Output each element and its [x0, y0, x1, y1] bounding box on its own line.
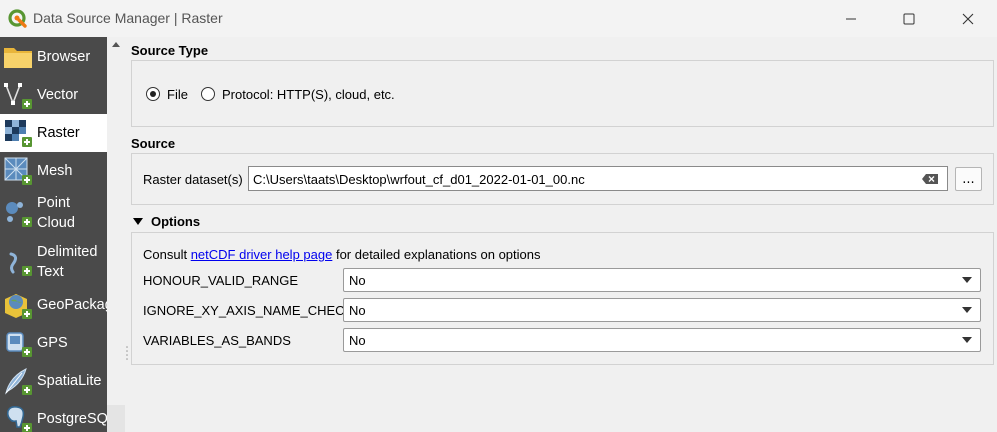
raster-dataset-value: C:\Users\taats\Desktop\wrfout_cf_d01_202… — [253, 172, 585, 187]
source-type-group: File Protocol: HTTP(S), cloud, etc. — [131, 60, 994, 127]
minimize-button[interactable] — [822, 0, 880, 37]
file-radio-label[interactable]: File — [167, 87, 188, 102]
dropdown-arrow-icon — [962, 277, 972, 283]
source-group: Raster dataset(s) C:\Users\taats\Desktop… — [131, 153, 994, 205]
point-cloud-icon — [6, 202, 32, 227]
minimize-icon — [846, 18, 856, 19]
mesh-icon — [4, 157, 32, 185]
protocol-radio[interactable] — [201, 87, 215, 101]
source-type-title: Source Type — [131, 43, 209, 58]
honour-valid-range-select[interactable]: No — [343, 268, 981, 292]
maximize-icon — [903, 13, 915, 24]
gps-icon — [6, 332, 32, 357]
dropdown-arrow-icon — [962, 307, 972, 313]
options-title[interactable]: Options — [151, 214, 200, 229]
sidebar-item-spatialite[interactable]: SpatiaLite — [0, 362, 107, 400]
sidebar-item-vector[interactable]: Vector — [0, 76, 107, 114]
sidebar-item-raster[interactable]: Raster — [0, 114, 107, 152]
splitter[interactable] — [107, 37, 125, 432]
netcdf-help-link[interactable]: netCDF driver help page — [191, 247, 333, 262]
sidebar-item-delimited-text[interactable]: Delimited Text — [0, 238, 107, 286]
window-title: Data Source Manager | Raster — [33, 10, 223, 26]
options-collapse-icon[interactable] — [133, 218, 143, 225]
sidebar-scrollbar[interactable] — [107, 405, 125, 432]
dropdown-arrow-icon — [962, 337, 972, 343]
qgis-logo-icon — [8, 9, 27, 28]
sidebar-item-browser[interactable]: Browser — [0, 38, 107, 76]
options-consult-text: Consult netCDF driver help page for deta… — [143, 247, 541, 262]
sidebar-item-geopackage[interactable]: GeoPackage — [0, 286, 107, 324]
clear-input-icon[interactable] — [921, 173, 939, 185]
spatialite-icon — [5, 368, 32, 395]
ignore-xy-axis-name-checks-select[interactable]: No — [343, 298, 981, 322]
sidebar: Browser Vector Raster Mesh Point Cloud D… — [0, 37, 107, 432]
file-radio[interactable] — [146, 87, 160, 101]
option-label: IGNORE_XY_AXIS_NAME_CHECKS — [143, 303, 362, 318]
protocol-radio-label[interactable]: Protocol: HTTP(S), cloud, etc. — [222, 87, 395, 102]
close-button[interactable] — [939, 0, 997, 37]
folder-icon — [4, 48, 32, 68]
variables-as-bands-select[interactable]: No — [343, 328, 981, 352]
sidebar-item-gps[interactable]: GPS — [0, 324, 107, 362]
sidebar-item-postgresql[interactable]: PostgreSQL — [0, 400, 107, 432]
title-bar: Data Source Manager | Raster — [0, 0, 997, 37]
delimited-text-icon — [9, 252, 32, 276]
option-label: HONOUR_VALID_RANGE — [143, 273, 299, 288]
geopackage-icon — [5, 294, 32, 319]
raster-dataset-input[interactable]: C:\Users\taats\Desktop\wrfout_cf_d01_202… — [248, 166, 948, 191]
sidebar-item-mesh[interactable]: Mesh — [0, 152, 107, 190]
sidebar-item-point-cloud[interactable]: Point Cloud — [0, 190, 107, 236]
vector-icon — [4, 83, 32, 109]
close-icon — [962, 13, 974, 24]
option-label: VARIABLES_AS_BANDS — [143, 333, 291, 348]
browse-button[interactable]: ... — [955, 167, 982, 191]
postgresql-elephant-icon — [6, 406, 32, 432]
raster-dataset-label: Raster dataset(s) — [143, 172, 243, 187]
maximize-button[interactable] — [880, 0, 938, 37]
scroll-up-arrow-icon[interactable] — [111, 40, 121, 50]
source-title: Source — [131, 136, 176, 151]
raster-icon — [5, 120, 32, 147]
splitter-grip-icon[interactable] — [126, 346, 128, 360]
